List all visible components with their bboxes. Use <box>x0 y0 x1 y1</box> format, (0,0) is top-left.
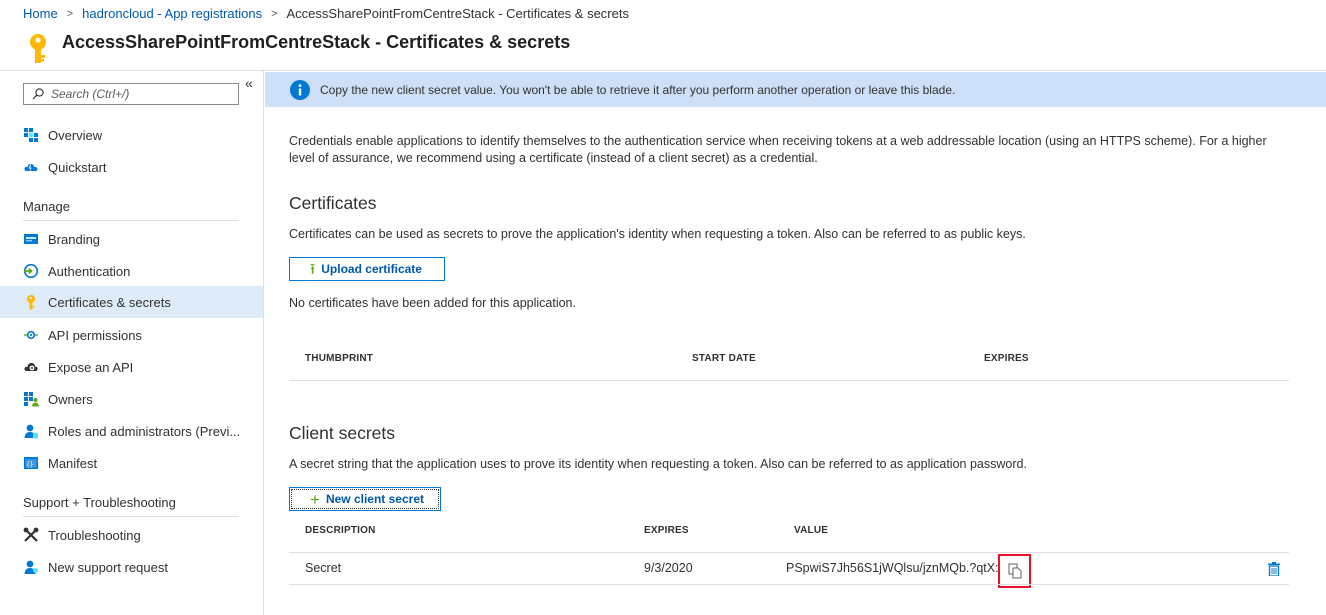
chevron-right-icon: > <box>271 7 278 20</box>
page-header: AccessSharePointFromCentreStack - Certif… <box>0 27 1326 71</box>
breadcrumb-home-link[interactable]: Home <box>23 6 58 21</box>
info-banner-text: Copy the new client secret value. You wo… <box>320 82 956 97</box>
secrets-table-row-divider <box>289 584 1289 585</box>
svg-text:{}: {} <box>26 461 33 468</box>
secret-value-cell: PSpwiS7Jh56S1jWQlsu/jznMQb.?qtX: <box>786 561 999 575</box>
manifest-icon: {} <box>23 455 39 471</box>
sidebar-item-label: New support request <box>48 559 168 575</box>
sidebar-item-label: Authentication <box>48 263 131 279</box>
intro-text: Credentials enable applications to ident… <box>289 134 1267 165</box>
api-permissions-icon <box>23 327 39 343</box>
sidebar-item-label: Branding <box>48 231 101 247</box>
cloud-gear-icon <box>23 359 39 375</box>
secrets-table-header-divider <box>289 552 1289 553</box>
sidebar-item-label: API permissions <box>48 327 142 343</box>
authentication-icon <box>23 263 39 279</box>
info-icon <box>290 79 310 100</box>
chevron-right-icon: > <box>66 7 74 20</box>
main-content: Copy the new client secret value. You wo… <box>264 71 1326 615</box>
sidebar-item-label: Certificates & secrets <box>48 294 171 310</box>
upload-certificate-label: Upload certificate <box>321 262 422 276</box>
sidebar-search[interactable] <box>23 83 239 105</box>
collapse-sidebar-button[interactable]: « <box>245 75 253 91</box>
plus-icon: + <box>310 489 320 509</box>
key-icon <box>23 294 39 310</box>
sidebar-item-branding[interactable]: Branding <box>0 223 263 255</box>
wrench-icon <box>23 527 39 543</box>
certificates-table-divider <box>289 380 1289 381</box>
branding-icon <box>23 231 39 247</box>
certificates-description: Certificates can be used as secrets to p… <box>289 227 1026 241</box>
upload-certificate-button[interactable]: ⭱ Upload certificate <box>289 257 445 281</box>
roles-icon <box>23 423 39 439</box>
grid-icon <box>23 127 39 143</box>
upload-arrow-icon: ⭱ <box>310 260 316 278</box>
sidebar-item-authentication[interactable]: Authentication <box>0 255 263 287</box>
sidebar-item-api-permissions[interactable]: API permissions <box>0 319 263 351</box>
certificates-heading: Certificates <box>289 193 377 213</box>
client-secrets-description: A secret string that the application use… <box>289 457 1027 471</box>
support-person-icon <box>23 559 39 575</box>
column-header-expires: EXPIRES <box>644 525 689 536</box>
column-header-value: VALUE <box>794 525 829 536</box>
section-heading-manage: Manage <box>23 199 239 221</box>
column-header-start-date: START DATE <box>692 353 756 364</box>
sidebar-item-expose-an-api[interactable]: Expose an API <box>0 351 263 383</box>
column-header-thumbprint: THUMBPRINT <box>305 353 374 364</box>
sidebar-item-label: Roles and administrators (Previ... <box>48 423 241 439</box>
column-header-description: DESCRIPTION <box>305 525 376 536</box>
key-icon <box>30 34 46 63</box>
no-certificates-message: No certificates have been added for this… <box>289 296 576 310</box>
copy-icon <box>1008 563 1021 579</box>
sidebar-item-overview[interactable]: Overview <box>0 119 263 151</box>
column-header-expires: EXPIRES <box>984 353 1029 364</box>
section-heading-support: Support + Troubleshooting <box>23 495 239 517</box>
sidebar-item-label: Manifest <box>48 455 98 471</box>
sidebar-item-label: Quickstart <box>48 159 107 175</box>
sidebar-item-label: Overview <box>48 127 103 143</box>
sidebar-item-owners[interactable]: Owners <box>0 383 263 415</box>
cloud-icon <box>23 159 39 175</box>
info-banner: Copy the new client secret value. You wo… <box>265 72 1326 107</box>
sidebar-item-label: Owners <box>48 391 93 407</box>
secret-description-cell: Secret <box>305 561 342 575</box>
delete-icon[interactable] <box>1268 562 1280 576</box>
owners-icon <box>23 391 39 407</box>
new-client-secret-button[interactable]: + New client secret <box>289 487 441 511</box>
sidebar-item-label: Expose an API <box>48 359 134 375</box>
sidebar-item-quickstart[interactable]: Quickstart <box>0 151 263 183</box>
sidebar-item-troubleshooting[interactable]: Troubleshooting <box>0 519 263 551</box>
client-secrets-heading: Client secrets <box>289 423 396 443</box>
sidebar: « Overview Quickstart Manage Branding Au… <box>0 71 264 615</box>
sidebar-item-roles-administrators[interactable]: Roles and administrators (Previ... <box>0 415 263 447</box>
breadcrumb: Home > hadroncloud - App registrations >… <box>23 6 629 21</box>
search-icon <box>32 88 44 100</box>
new-client-secret-label: New client secret <box>325 492 424 506</box>
page-title: AccessSharePointFromCentreStack - Certif… <box>62 32 571 52</box>
sidebar-item-manifest[interactable]: {} Manifest <box>0 447 263 479</box>
sidebar-item-certificates-secrets[interactable]: Certificates & secrets <box>0 286 263 318</box>
breadcrumb-current: AccessSharePointFromCentreStack - Certif… <box>286 6 629 21</box>
breadcrumb-app-registrations-link[interactable]: hadroncloud - App registrations <box>82 6 262 21</box>
sidebar-item-label: Troubleshooting <box>48 527 141 543</box>
sidebar-item-new-support-request[interactable]: New support request <box>0 551 263 583</box>
search-input[interactable] <box>51 87 231 101</box>
copy-to-clipboard-button[interactable] <box>998 554 1031 588</box>
secret-expires-cell: 9/3/2020 <box>644 561 693 575</box>
